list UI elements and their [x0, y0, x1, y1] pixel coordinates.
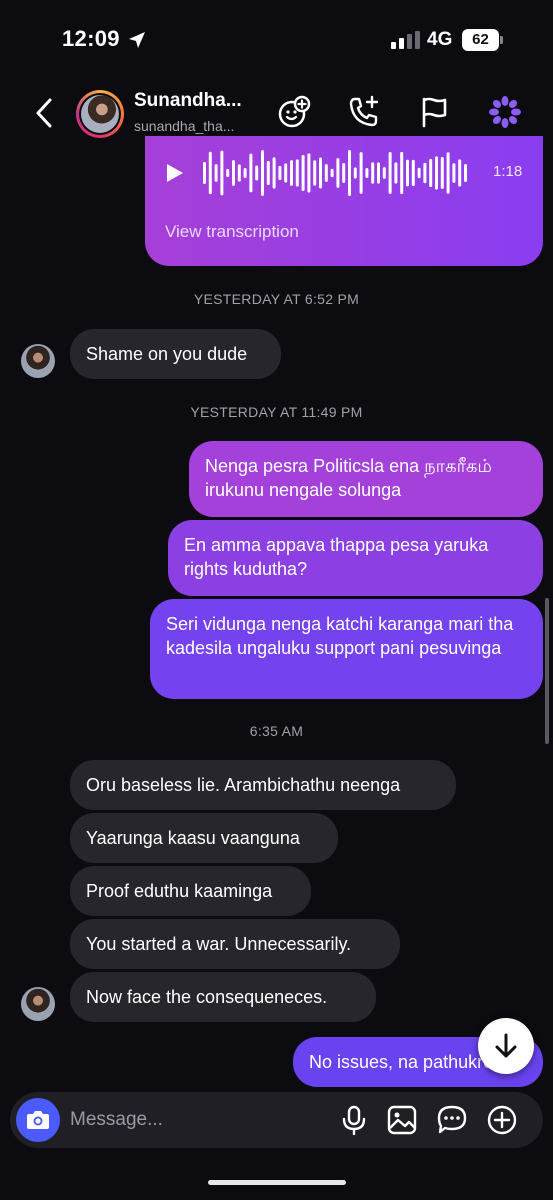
waveform-bar	[423, 162, 427, 184]
status-time: 12:09	[62, 26, 120, 51]
timestamp: YESTERDAY AT 6:52 PM	[193, 291, 360, 307]
received-message[interactable]: Oru baseless lie. Arambichathu neenga	[70, 760, 456, 810]
sender-avatar[interactable]	[21, 987, 55, 1021]
status-bar: 12:09 4G 62	[0, 0, 553, 78]
message-composer	[10, 1092, 543, 1148]
timestamp: YESTERDAY AT 11:49 PM	[190, 404, 363, 420]
waveform-bar	[249, 153, 253, 193]
message-list[interactable]: 1:18 View transcription YESTERDAY AT 6:5…	[0, 136, 553, 1088]
waveform-bar	[464, 164, 467, 182]
add-plus-icon[interactable]	[486, 1104, 518, 1136]
waveform-bar	[348, 149, 351, 197]
waveform-bar	[394, 162, 398, 184]
view-transcription-link[interactable]: View transcription	[165, 222, 299, 242]
waveform-bar	[307, 153, 311, 193]
waveform-bar	[255, 165, 259, 181]
battery-level: 62	[462, 29, 499, 51]
timestamp: 6:35 AM	[249, 723, 304, 739]
waveform-bar	[214, 164, 218, 182]
chat-screen: 12:09 4G 62 Sunandha... sunandha_tha...	[0, 0, 553, 1200]
waveform-bar	[429, 158, 433, 188]
contact-username[interactable]: sunandha_tha...	[134, 118, 234, 134]
waveform-bar	[319, 157, 322, 189]
quick-reply-icon[interactable]	[436, 1104, 468, 1136]
received-message[interactable]: Proof eduthu kaaminga	[70, 866, 311, 916]
waveform-bar	[371, 162, 375, 184]
scroll-to-bottom-button[interactable]	[478, 1018, 534, 1074]
avatar-photo	[81, 95, 119, 133]
sent-message[interactable]: Nenga pesra Politicsla ena நாகரீகம் iruk…	[189, 441, 543, 517]
waveform-bar	[359, 152, 363, 194]
waveform-bar	[342, 163, 346, 183]
waveform-bar	[232, 160, 235, 186]
camera-button[interactable]	[16, 1098, 60, 1142]
waveform-bar	[290, 160, 293, 186]
waveform-bar	[365, 167, 369, 179]
waveform-bar	[417, 167, 421, 179]
waveform-bar	[295, 159, 299, 187]
gallery-icon[interactable]	[386, 1104, 418, 1136]
theme-flower-icon[interactable]	[488, 95, 522, 129]
waveform-bar	[388, 152, 392, 194]
arrow-down-icon	[495, 1033, 517, 1058]
waveform-bar	[377, 162, 380, 184]
waveform-bar	[382, 167, 386, 179]
waveform-bar	[208, 151, 212, 195]
waveform-bar	[458, 159, 462, 187]
microphone-icon[interactable]	[338, 1104, 370, 1136]
received-message[interactable]: You started a war. Unnecessarily.	[70, 919, 400, 969]
waveform-bar	[243, 167, 247, 179]
waveform-bar	[266, 160, 270, 186]
waveform-bar	[272, 157, 276, 189]
message-input[interactable]	[70, 1102, 270, 1138]
waveform-bar	[226, 168, 230, 178]
sent-message[interactable]: En amma appava thappa pesa yaruka rights…	[168, 520, 543, 596]
waveform-bar	[203, 162, 206, 184]
battery-cap	[500, 36, 503, 44]
back-chevron-icon[interactable]	[30, 96, 60, 130]
battery-icon: 62	[462, 29, 503, 51]
sticker-add-icon[interactable]	[277, 95, 311, 129]
waveform-bar	[435, 156, 438, 190]
waveform-bar	[353, 167, 357, 179]
waveform-bar	[440, 156, 444, 190]
received-message[interactable]: Yaarunga kaasu vaanguna	[70, 813, 338, 863]
sender-avatar[interactable]	[21, 344, 55, 378]
waveform-bar	[406, 159, 409, 187]
signal-bars-icon	[391, 31, 420, 49]
waveform-bar	[301, 154, 305, 192]
waveform-bar	[400, 151, 404, 195]
waveform-bar	[330, 168, 334, 178]
audio-waveform	[203, 149, 467, 197]
waveform-bar	[446, 152, 450, 194]
home-indicator[interactable]	[208, 1180, 346, 1185]
waveform-bar	[261, 150, 264, 196]
location-arrow-icon	[129, 32, 145, 48]
waveform-bar	[411, 159, 415, 187]
flag-icon[interactable]	[417, 95, 451, 129]
waveform-bar	[324, 164, 328, 182]
voice-duration: 1:18	[493, 163, 523, 180]
waveform-bar	[278, 165, 282, 181]
waveform-bar	[452, 163, 456, 183]
waveform-bar	[336, 158, 340, 188]
scrollbar[interactable]	[545, 598, 549, 744]
play-icon[interactable]	[165, 162, 185, 184]
contact-name[interactable]: Sunandha...	[134, 90, 242, 112]
waveform-bar	[313, 160, 317, 186]
waveform-bar	[284, 163, 288, 183]
received-message[interactable]: Now face the consequeneces.	[70, 972, 376, 1022]
waveform-bar	[237, 164, 241, 182]
received-message[interactable]: Shame on you dude	[70, 329, 281, 379]
waveform-bar	[220, 150, 224, 196]
contact-avatar[interactable]	[76, 90, 124, 138]
voice-message-bubble[interactable]: 1:18 View transcription	[145, 136, 543, 266]
camera-icon	[27, 1111, 49, 1129]
sent-message[interactable]: Seri vidunga nenga katchi karanga mari t…	[150, 599, 543, 699]
network-type: 4G	[427, 29, 453, 50]
phone-add-icon[interactable]	[347, 95, 381, 129]
